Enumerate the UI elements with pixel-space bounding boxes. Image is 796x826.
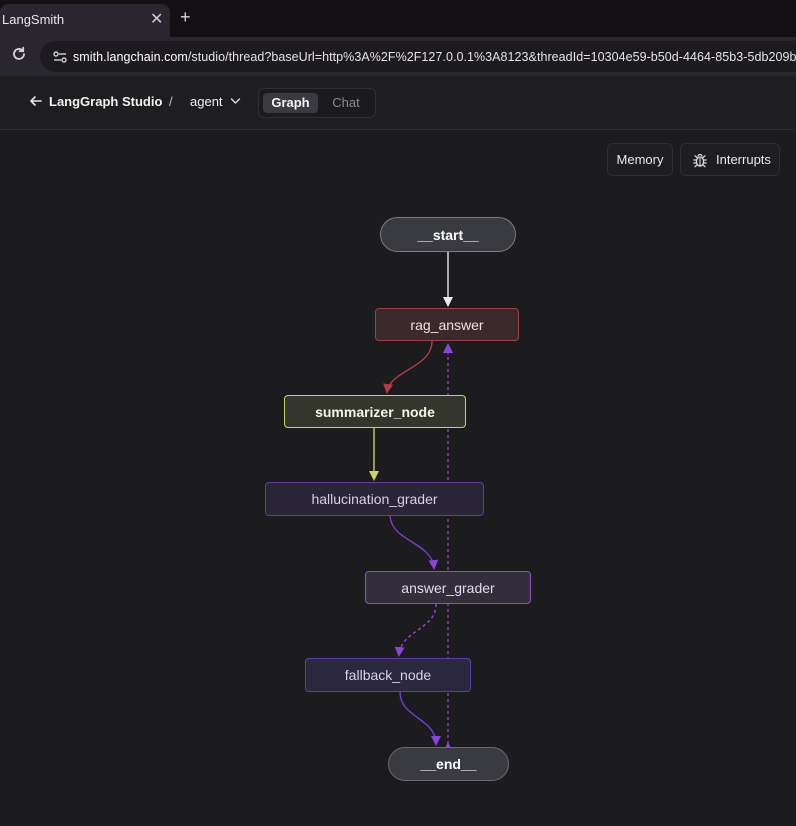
- app-header: LangGraph Studio / agent Graph Chat: [0, 76, 796, 130]
- tab-title: LangSmith: [2, 12, 65, 27]
- site-settings-icon[interactable]: [52, 49, 68, 65]
- graph-node-summarizer[interactable]: summarizer_node: [284, 395, 466, 428]
- back-arrow-icon[interactable]: [28, 93, 44, 109]
- chevron-down-icon[interactable]: [230, 97, 241, 105]
- url-host: smith.langchain.com: [73, 50, 188, 64]
- new-tab-icon[interactable]: +: [180, 8, 191, 26]
- graph-node-start[interactable]: __start__: [380, 217, 516, 252]
- graph-node-rag-answer[interactable]: rag_answer: [375, 308, 519, 341]
- graph-node-fallback[interactable]: fallback_node: [305, 658, 471, 692]
- reload-icon[interactable]: [10, 45, 28, 63]
- url-path: /studio/thread?baseUrl=http%3A%2F%2F127.…: [187, 50, 796, 64]
- graph-canvas[interactable]: Memory Interrupts __start__ rag_answer s…: [0, 130, 796, 826]
- edge-answer-fallback: [394, 603, 437, 657]
- edge-fallback-end: [399, 691, 441, 746]
- tab-chat[interactable]: Chat: [321, 93, 371, 113]
- address-bar-row: smith.langchain.com/studio/thread?baseUr…: [0, 37, 796, 76]
- browser-tab[interactable]: LangSmith ✕: [0, 4, 170, 37]
- view-toggle: Graph Chat: [258, 88, 376, 118]
- close-icon[interactable]: ✕: [150, 9, 163, 29]
- edge-hallucination-answer: [389, 515, 439, 570]
- breadcrumb-separator: /: [169, 94, 173, 109]
- tab-graph[interactable]: Graph: [263, 93, 318, 113]
- url-field[interactable]: smith.langchain.com/studio/thread?baseUr…: [40, 41, 796, 72]
- graph-node-end[interactable]: __end__: [388, 747, 509, 781]
- edge-rag-summarizer: [383, 340, 433, 394]
- url-text: smith.langchain.com/studio/thread?baseUr…: [73, 50, 796, 64]
- agent-select[interactable]: agent: [190, 94, 223, 109]
- graph-node-hallucination-grader[interactable]: hallucination_grader: [265, 482, 484, 516]
- graph-node-answer-grader[interactable]: answer_grader: [365, 571, 531, 604]
- langgraph-studio-app: LangGraph Studio / agent Graph Chat Memo…: [0, 76, 796, 826]
- browser-tab-bar: LangSmith ✕ +: [0, 0, 796, 37]
- page-title[interactable]: LangGraph Studio: [49, 94, 162, 109]
